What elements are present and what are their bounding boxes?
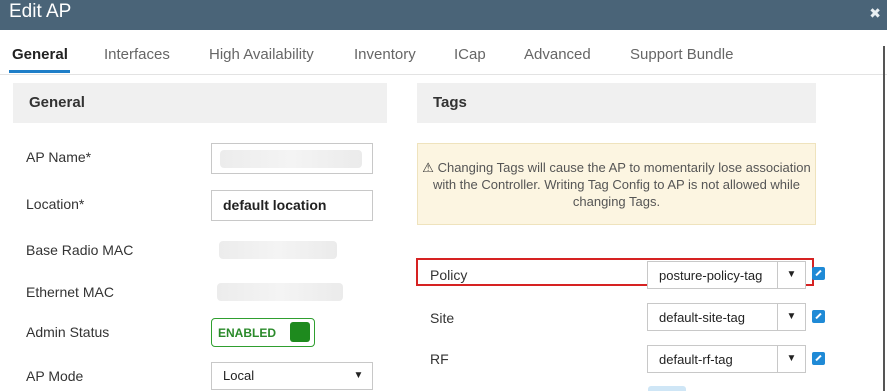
chevron-down-icon: ▼ bbox=[777, 304, 805, 330]
policy-tag-select[interactable]: posture-policy-tag ▼ bbox=[647, 261, 806, 289]
ap-mode-select[interactable]: Local ▼ bbox=[211, 362, 373, 390]
general-heading: General bbox=[13, 83, 387, 123]
active-tab-indicator bbox=[9, 70, 70, 73]
external-link-icon[interactable] bbox=[812, 352, 825, 365]
tab-icap[interactable]: ICap bbox=[454, 46, 486, 63]
ap-name-input[interactable] bbox=[211, 143, 373, 174]
ap-name-value-redacted bbox=[220, 150, 362, 168]
close-icon[interactable]: ✖ bbox=[869, 5, 881, 22]
ethernet-mac-label: Ethernet MAC bbox=[26, 284, 114, 300]
tags-heading: Tags bbox=[417, 83, 816, 123]
tags-warning: ⚠ Changing Tags will cause the AP to mom… bbox=[417, 143, 816, 225]
tab-advanced[interactable]: Advanced bbox=[524, 46, 591, 63]
site-label: Site bbox=[430, 310, 455, 326]
admin-status-value: ENABLED bbox=[218, 326, 277, 340]
policy-tag-value: posture-policy-tag bbox=[659, 268, 763, 283]
tags-warning-text: Changing Tags will cause the AP to momen… bbox=[432, 160, 811, 209]
ap-mode-label: AP Mode bbox=[26, 368, 84, 384]
title-bar: Edit AP ✖ bbox=[0, 0, 887, 30]
location-label: Location* bbox=[26, 196, 85, 212]
location-input[interactable]: default location bbox=[211, 190, 373, 221]
chevron-down-icon: ▼ bbox=[353, 370, 364, 381]
tab-inventory[interactable]: Inventory bbox=[354, 46, 416, 63]
window-title: Edit AP bbox=[9, 1, 72, 22]
admin-status-toggle[interactable]: ENABLED bbox=[211, 318, 315, 347]
ethernet-mac-value-redacted bbox=[217, 283, 343, 301]
admin-status-label: Admin Status bbox=[26, 324, 110, 340]
site-tag-value: default-site-tag bbox=[659, 310, 745, 325]
scrollbar[interactable] bbox=[883, 46, 885, 391]
ap-mode-value: Local bbox=[223, 368, 255, 383]
external-link-icon[interactable] bbox=[812, 267, 825, 280]
chevron-down-icon: ▼ bbox=[777, 346, 805, 372]
tab-general[interactable]: General bbox=[12, 46, 68, 63]
base-radio-mac-label: Base Radio MAC bbox=[26, 242, 134, 258]
tab-bar: General Interfaces High Availability Inv… bbox=[0, 30, 887, 75]
partially-visible-button[interactable] bbox=[648, 386, 686, 391]
rf-tag-select[interactable]: default-rf-tag ▼ bbox=[647, 345, 806, 373]
site-tag-select[interactable]: default-site-tag ▼ bbox=[647, 303, 806, 331]
tab-interfaces[interactable]: Interfaces bbox=[104, 46, 170, 63]
external-link-icon[interactable] bbox=[812, 310, 825, 323]
base-radio-mac-value-redacted bbox=[219, 241, 337, 259]
tab-support-bundle[interactable]: Support Bundle bbox=[630, 46, 733, 63]
rf-tag-value: default-rf-tag bbox=[659, 352, 733, 367]
policy-label: Policy bbox=[430, 267, 468, 283]
tab-high-availability[interactable]: High Availability bbox=[209, 46, 314, 63]
ap-name-label: AP Name* bbox=[26, 149, 92, 165]
rf-label: RF bbox=[430, 351, 449, 367]
toggle-knob bbox=[290, 322, 310, 342]
warning-icon: ⚠ bbox=[422, 160, 434, 175]
chevron-down-icon: ▼ bbox=[777, 262, 805, 288]
